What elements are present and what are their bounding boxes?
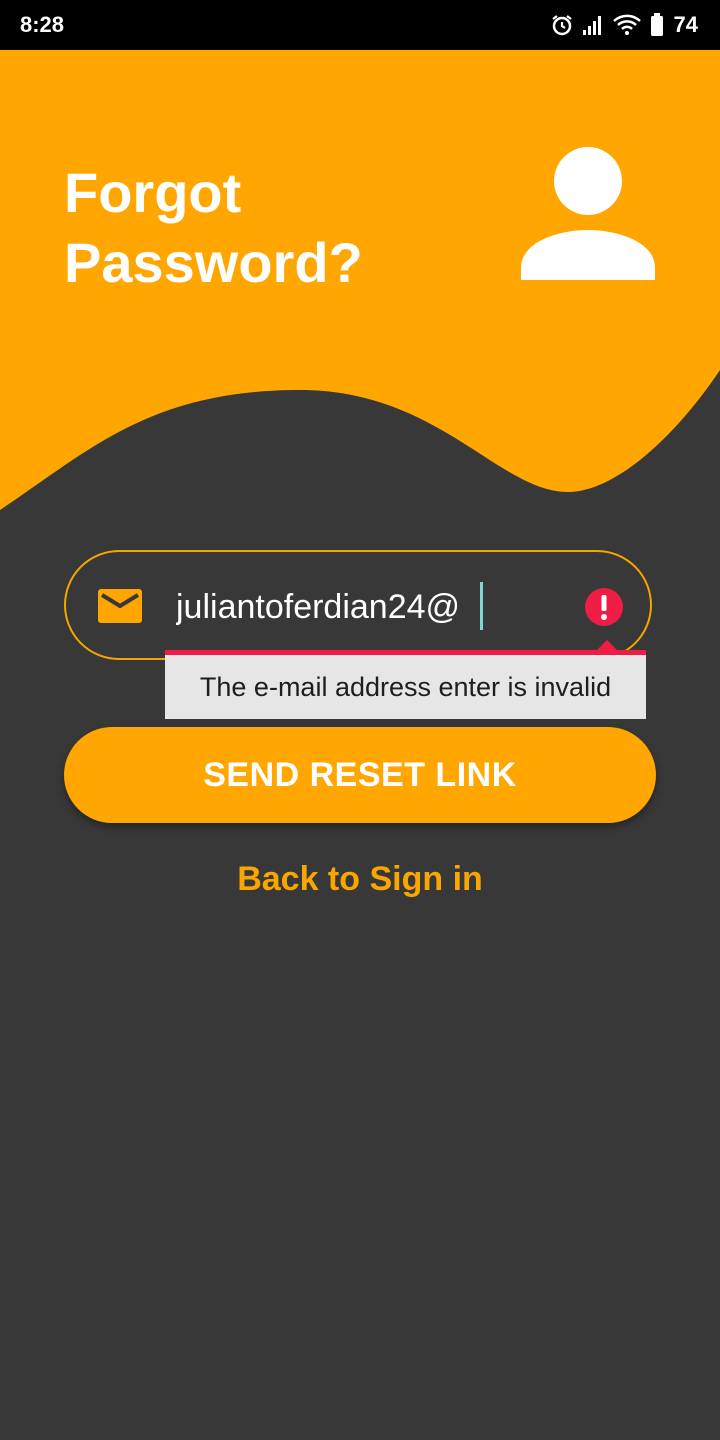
error-tooltip: The e-mail address enter is invalid — [165, 650, 646, 719]
title-line-1: Forgot — [64, 161, 242, 224]
wifi-icon — [612, 14, 641, 35]
back-to-sign-in-link[interactable]: Back to Sign in — [0, 860, 720, 899]
error-icon[interactable] — [584, 587, 624, 627]
send-reset-link-button[interactable]: SEND RESET LINK — [64, 727, 656, 823]
email-input[interactable] — [176, 583, 556, 631]
page-title: Forgot Password? — [64, 158, 424, 298]
signal-icon — [582, 16, 601, 35]
mail-icon — [98, 589, 142, 623]
text-cursor — [480, 582, 483, 630]
battery-icon — [650, 13, 663, 36]
battery-level: 74 — [673, 12, 698, 37]
status-time: 8:28 — [20, 12, 65, 37]
alarm-icon — [551, 15, 572, 36]
title-line-2: Password? — [64, 231, 363, 294]
status-bar: 8:28 74 — [0, 0, 720, 50]
status-icons: 74 — [550, 11, 698, 39]
error-tooltip-arrow — [597, 640, 617, 650]
user-avatar-icon — [521, 147, 655, 280]
